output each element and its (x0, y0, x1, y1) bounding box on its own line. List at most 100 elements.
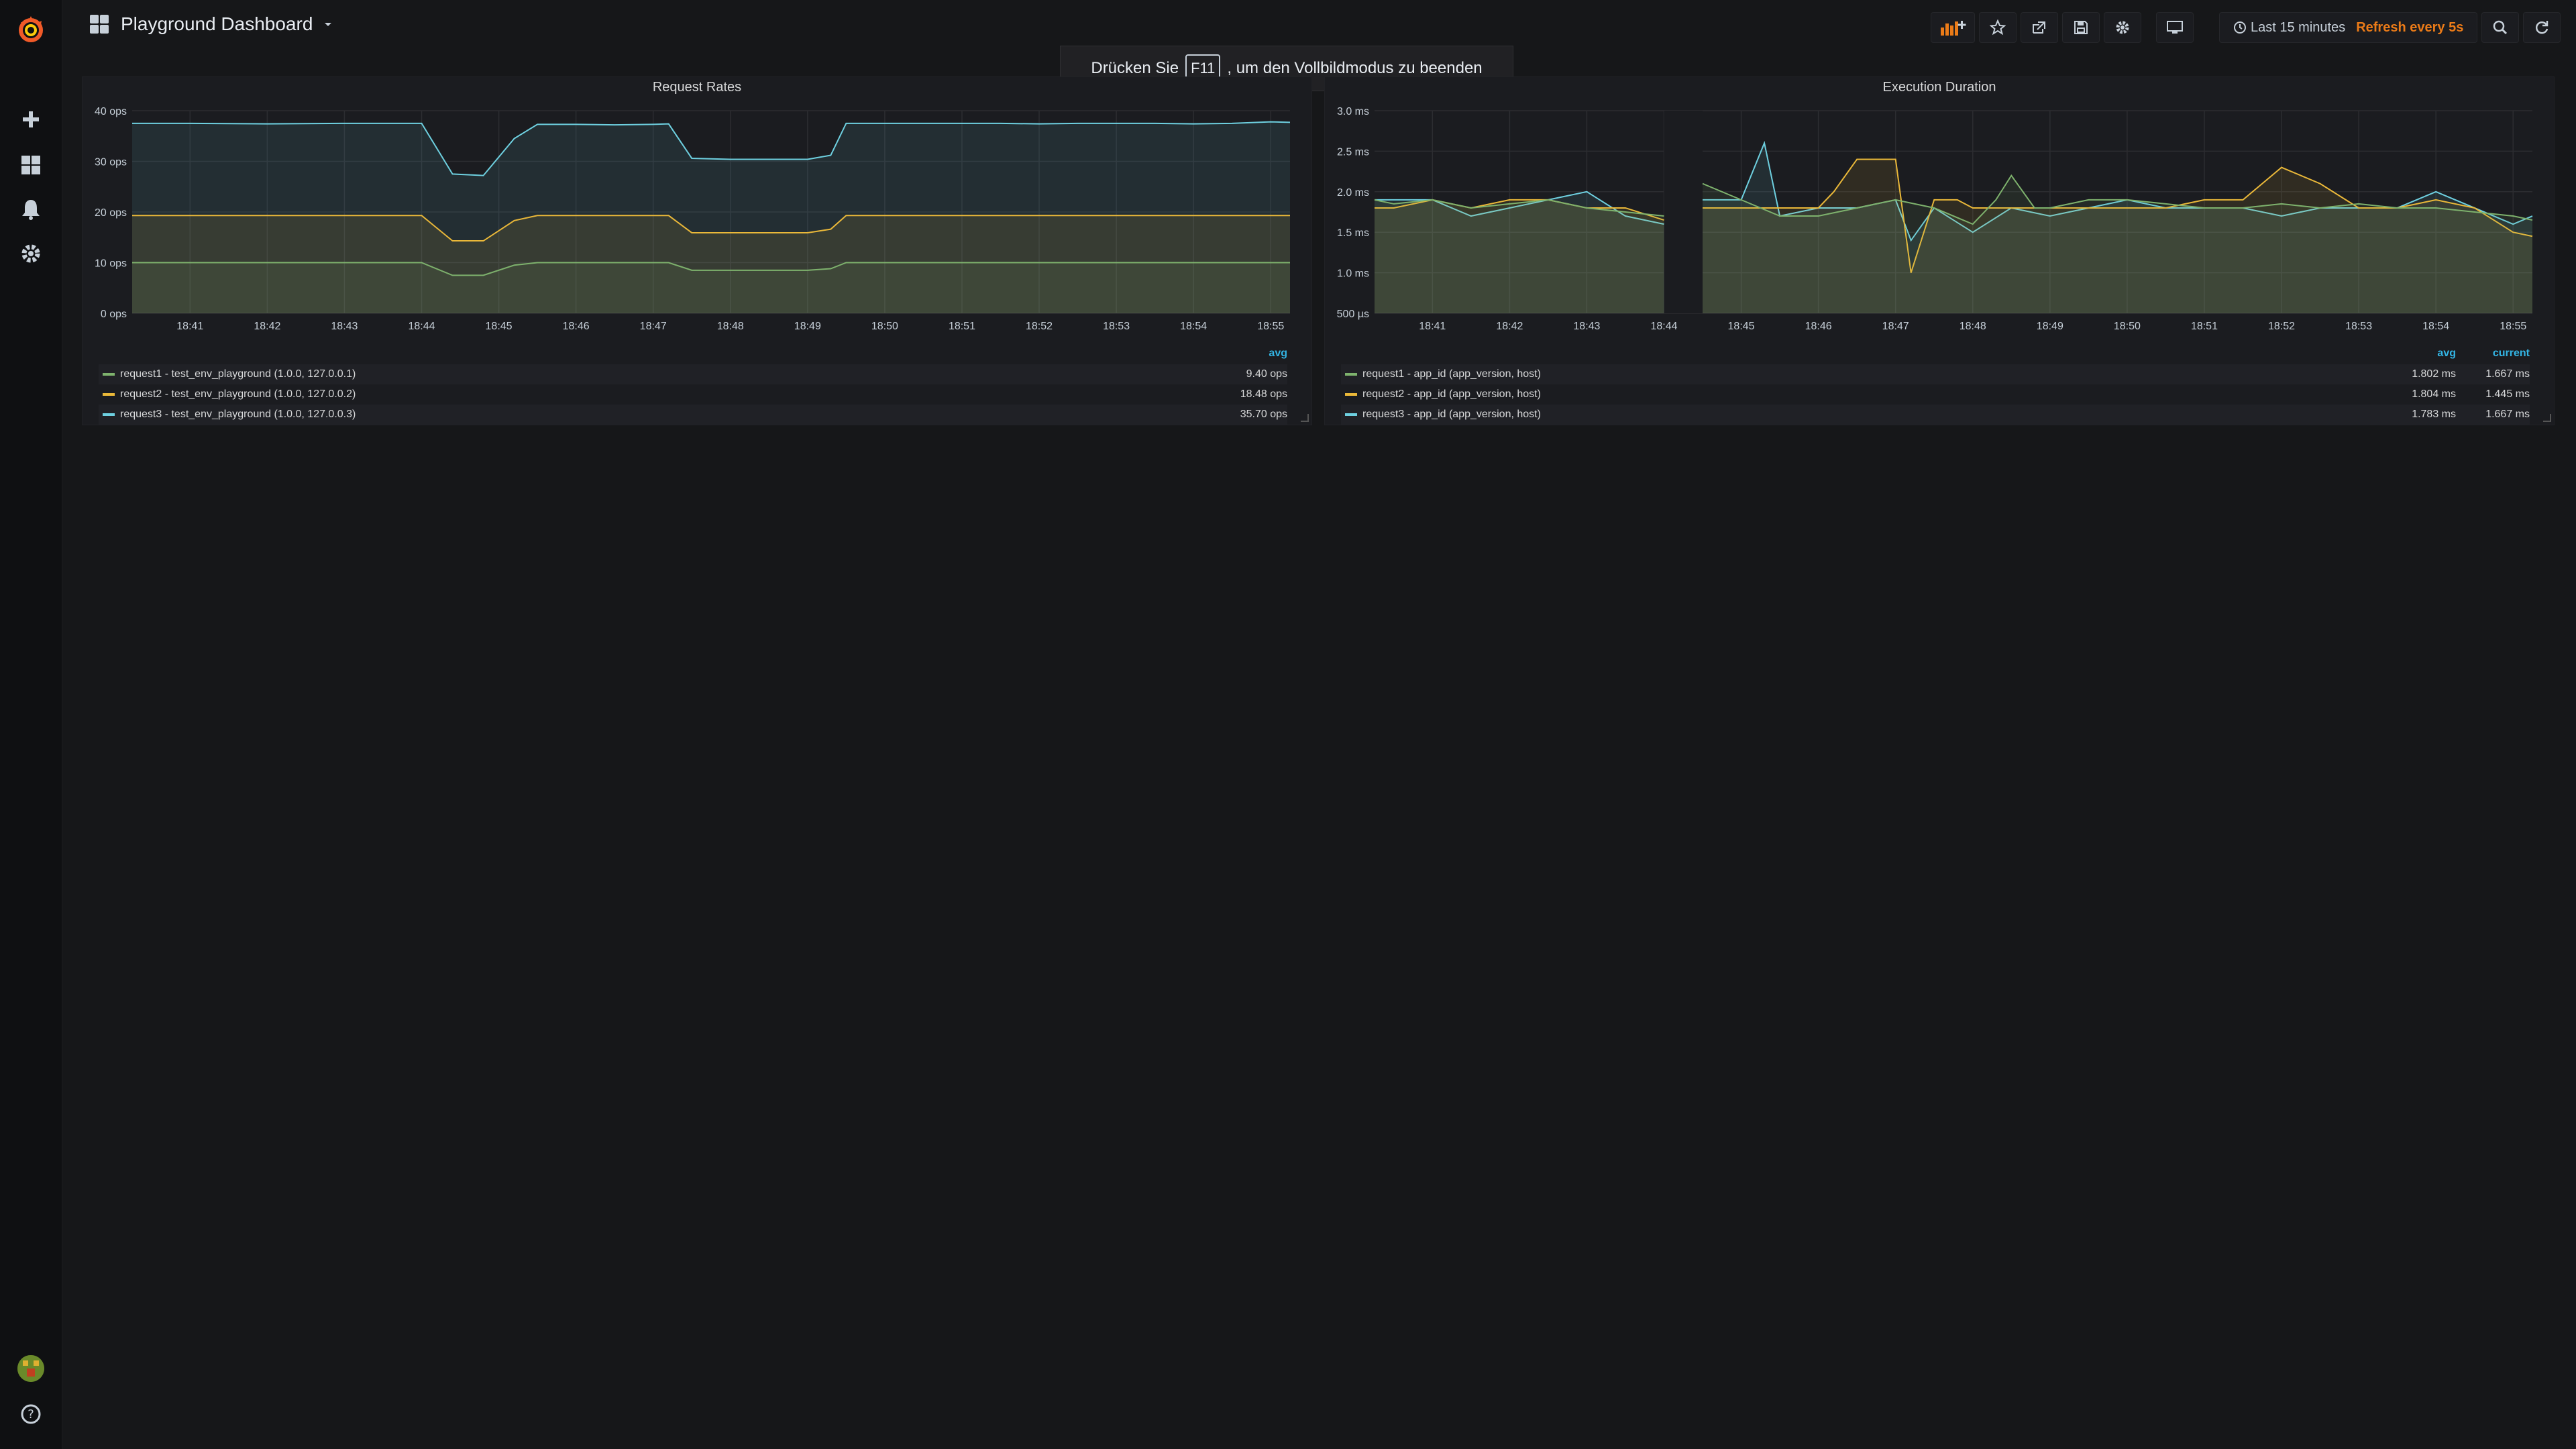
legend-header: avg (99, 343, 1287, 364)
y-tick-label: 3.0 ms (1337, 106, 1369, 117)
legend-row[interactable]: request1 - app_id (app_version, host) 1.… (1341, 364, 2530, 384)
legend-row[interactable]: request1 - test_env_playground (1.0.0, 1… (99, 364, 1287, 384)
x-tick-label: 18:43 (1573, 321, 1600, 332)
legend-row[interactable]: request2 - app_id (app_version, host) 1.… (1341, 384, 2530, 405)
dashboard-grid-icon (90, 15, 109, 34)
legend-series-name[interactable]: request3 - app_id (app_version, host) (1362, 409, 2389, 421)
help-icon[interactable]: ? (17, 1401, 44, 1428)
add-icon[interactable] (17, 106, 44, 133)
x-tick-label: 18:51 (2191, 321, 2218, 332)
panel-title[interactable]: Request Rates (83, 80, 1311, 95)
cycle-view-mode-button[interactable] (2156, 12, 2194, 43)
legend-current-value: 1.667 ms (2485, 409, 2530, 420)
x-tick-label: 18:55 (1257, 321, 1284, 332)
refresh-dashboard-button[interactable] (2523, 12, 2561, 43)
time-picker-button[interactable]: Last 15 minutes Refresh every 5s (2219, 12, 2478, 43)
legend-series-name[interactable]: request1 - test_env_playground (1.0.0, 1… (120, 368, 1220, 380)
series-area (1703, 175, 2532, 313)
x-tick-label: 18:52 (1026, 321, 1053, 332)
series-color-swatch[interactable] (103, 373, 115, 376)
x-tick-label: 18:44 (1650, 321, 1677, 332)
star-icon (1990, 19, 2006, 36)
dashboard-settings-button[interactable] (2104, 12, 2141, 43)
configuration-gear-icon[interactable] (17, 240, 44, 267)
grafana-logo-icon[interactable] (15, 13, 47, 46)
add-panel-icon (1941, 21, 1966, 36)
x-tick-label: 18:44 (408, 321, 435, 332)
save-dashboard-button[interactable] (2062, 12, 2100, 43)
alerting-bell-icon[interactable] (17, 196, 44, 223)
y-tick-label: 20 ops (95, 207, 127, 219)
zoom-out-icon (2493, 20, 2508, 35)
clock-icon (2234, 21, 2246, 34)
zoom-out-button[interactable] (2481, 12, 2520, 43)
request-rates-graph[interactable]: 0 ops 10 ops 20 ops 30 ops 40 ops 18:41 18:42 1… (83, 104, 1313, 339)
series-color-swatch[interactable] (103, 393, 115, 396)
legend-row[interactable]: request3 - test_env_playground (1.0.0, 1… (99, 405, 1287, 425)
view-mode-actions (2156, 12, 2194, 43)
user-avatar[interactable] (17, 1355, 44, 1382)
graph-legend: avg request1 - test_env_playground (1.0.… (99, 343, 1287, 425)
dashboards-icon[interactable] (17, 152, 44, 178)
svg-text:?: ? (28, 1407, 34, 1421)
panel-title[interactable]: Execution Duration (1325, 80, 2554, 95)
share-dashboard-button[interactable] (2021, 12, 2058, 43)
star-dashboard-button[interactable] (1979, 12, 2017, 43)
legend-row[interactable]: request2 - test_env_playground (1.0.0, 1… (99, 384, 1287, 405)
x-tick-label: 18:50 (2114, 321, 2141, 332)
dashboard-title: Playground Dashboard (121, 13, 313, 34)
x-tick-label: 18:41 (176, 321, 203, 332)
y-tick-label: 10 ops (95, 258, 127, 270)
legend-row[interactable]: request3 - app_id (app_version, host) 1.… (1341, 405, 2530, 425)
legend-header-current[interactable]: current (2456, 347, 2530, 360)
time-controls: Last 15 minutes Refresh every 5s (2219, 12, 2561, 43)
legend-current-value: 1.667 ms (2485, 368, 2530, 380)
x-tick-label: 18:49 (794, 321, 821, 332)
legend-series-name[interactable]: request3 - test_env_playground (1.0.0, 1… (120, 409, 1220, 421)
y-tick-label: 0 ops (101, 309, 127, 320)
x-tick-label: 18:41 (1419, 321, 1446, 332)
time-range: Last 15 minutes (2233, 20, 2345, 36)
refresh-interval-label: Refresh every 5s (2356, 19, 2464, 35)
y-tick-label: 1.0 ms (1337, 268, 1369, 280)
legend-avg-value: 1.783 ms (2412, 409, 2456, 420)
x-tick-label: 18:47 (640, 321, 667, 332)
x-tick-label: 18:42 (254, 321, 280, 332)
time-range-label: Last 15 minutes (2251, 19, 2346, 35)
legend-current-value: 1.445 ms (2485, 388, 2530, 400)
share-icon (2033, 21, 2045, 34)
y-tick-label: 30 ops (95, 157, 127, 168)
caret-down-icon (325, 23, 332, 26)
legend-avg-value: 1.804 ms (2412, 388, 2456, 400)
save-icon (2074, 21, 2088, 34)
y-tick-label: 1.5 ms (1337, 227, 1369, 239)
x-tick-label: 18:52 (2268, 321, 2295, 332)
x-tick-label: 18:48 (1960, 321, 1986, 332)
series-area (1375, 199, 1664, 313)
x-tick-label: 18:53 (1103, 321, 1130, 332)
execution-duration-graph[interactable]: 500 µs 1.0 ms 1.5 ms 2.0 ms 2.5 ms 3.0 ms 18:4… (1325, 104, 2555, 339)
legend-series-name[interactable]: request2 - app_id (app_version, host) (1362, 388, 2389, 400)
legend-header-avg[interactable]: avg (2389, 347, 2456, 360)
dashboard-title-dropdown[interactable]: Playground Dashboard (89, 13, 333, 35)
monitor-icon (2167, 21, 2183, 34)
panel-request-rates: Request Rates 0 ops 10 ops 20 ops 30 ops 40 … (82, 76, 1312, 425)
series-color-swatch[interactable] (103, 413, 115, 416)
series-color-swatch[interactable] (1345, 413, 1357, 416)
x-tick-label: 18:45 (486, 321, 513, 332)
x-tick-label: 18:53 (2345, 321, 2372, 332)
panel-execution-duration: Execution Duration 500 µs 1.0 ms 1.5 ms 2.0… (1324, 76, 2555, 425)
y-tick-label: 2.0 ms (1337, 187, 1369, 199)
x-tick-label: 18:50 (871, 321, 898, 332)
add-panel-button[interactable] (1931, 12, 1975, 43)
x-tick-label: 18:42 (1496, 321, 1523, 332)
legend-series-name[interactable]: request2 - test_env_playground (1.0.0, 1… (120, 388, 1220, 400)
series-color-swatch[interactable] (1345, 393, 1357, 396)
legend-header-avg[interactable]: avg (1220, 347, 1287, 360)
panel-resize-handle[interactable] (1301, 414, 1309, 422)
series-color-swatch[interactable] (1345, 373, 1357, 376)
panel-resize-handle[interactable] (2543, 414, 2551, 422)
dashboard-actions (1931, 12, 2141, 43)
legend-series-name[interactable]: request1 - app_id (app_version, host) (1362, 368, 2389, 380)
no-data-gap (1664, 111, 1703, 313)
